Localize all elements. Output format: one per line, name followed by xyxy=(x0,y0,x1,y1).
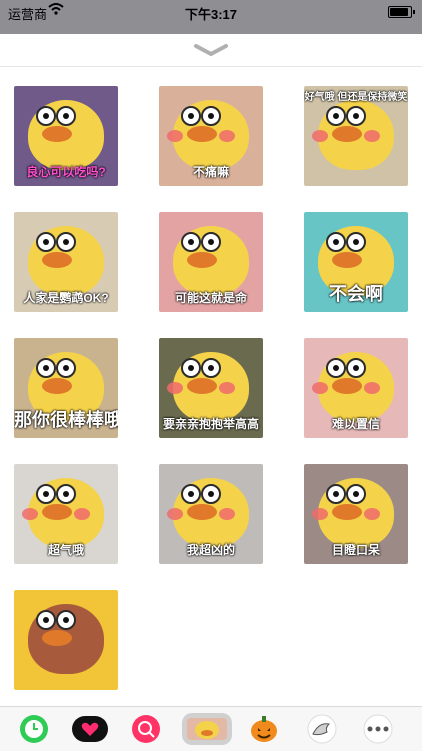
sticker-10[interactable]: 超气哦 xyxy=(14,464,118,564)
more-apps-button[interactable] xyxy=(356,713,400,745)
sticker-caption: 良心可以吃吗? xyxy=(26,165,106,179)
clock-time: 下午3:17 xyxy=(184,7,238,22)
status-bar: 运营商 下午3:17 xyxy=(0,0,422,34)
duck-sticker-app-icon xyxy=(187,718,227,740)
pumpkin-app-icon xyxy=(251,716,277,742)
sticker-caption: 不痛嘛 xyxy=(192,165,229,179)
chevron-down-icon xyxy=(194,44,228,57)
sticker-7[interactable]: 那你很棒棒哦 xyxy=(14,338,118,438)
sticker-caption: 人家是鹦鹉OK? xyxy=(23,291,109,305)
sheet-divider xyxy=(0,66,422,67)
sticker-sheet: 良心可以吃吗? 不痛嘛 好气哦 但还是保持微笑 人家是鹦鹉OK? 可能这就是命 … xyxy=(0,34,422,750)
sticker-caption: 不会啊 xyxy=(329,284,383,304)
heart-app-button[interactable] xyxy=(70,713,110,745)
sticker-3[interactable]: 好气哦 但还是保持微笑 xyxy=(304,86,408,186)
app-drawer xyxy=(0,706,422,751)
sticker-caption: 那你很棒棒哦 xyxy=(14,410,118,430)
search-app-button[interactable] xyxy=(126,713,166,745)
clock-app-icon xyxy=(20,715,48,743)
sticker-caption: 可能这就是命 xyxy=(174,291,247,305)
sticker-11[interactable]: 我超凶的 xyxy=(159,464,263,564)
sticker-caption: 超气哦 xyxy=(47,543,84,557)
bird-app-button[interactable] xyxy=(302,713,342,745)
sticker-8[interactable]: 要亲亲抱抱举高高 xyxy=(159,338,263,438)
duck-sticker-app-button[interactable] xyxy=(182,713,232,745)
sticker-caption: 目瞪口呆 xyxy=(331,543,380,557)
collapse-handle[interactable] xyxy=(192,42,230,60)
sticker-9[interactable]: 难以置信 xyxy=(304,338,408,438)
sticker-5[interactable]: 可能这就是命 xyxy=(159,212,263,312)
sticker-caption: 难以置信 xyxy=(331,417,380,431)
sticker-12[interactable]: 目瞪口呆 xyxy=(304,464,408,564)
sticker-caption: 我超凶的 xyxy=(186,543,235,557)
sticker-caption: 好气哦 但还是保持微笑 xyxy=(304,92,408,103)
battery-icon xyxy=(388,6,415,18)
heart-app-icon xyxy=(72,716,108,742)
more-icon xyxy=(363,714,393,744)
sticker-2[interactable]: 不痛嘛 xyxy=(159,86,263,186)
sticker-4[interactable]: 人家是鹦鹉OK? xyxy=(14,212,118,312)
search-app-icon xyxy=(132,715,160,743)
sticker-13[interactable] xyxy=(14,590,118,690)
sticker-1[interactable]: 良心可以吃吗? xyxy=(14,86,118,186)
sticker-6[interactable]: 不会啊 xyxy=(304,212,408,312)
sticker-caption: 要亲亲抱抱举高高 xyxy=(162,417,259,431)
pumpkin-app-button[interactable] xyxy=(244,713,284,745)
bird-app-icon xyxy=(307,714,337,744)
clock-app-button[interactable] xyxy=(14,713,54,745)
